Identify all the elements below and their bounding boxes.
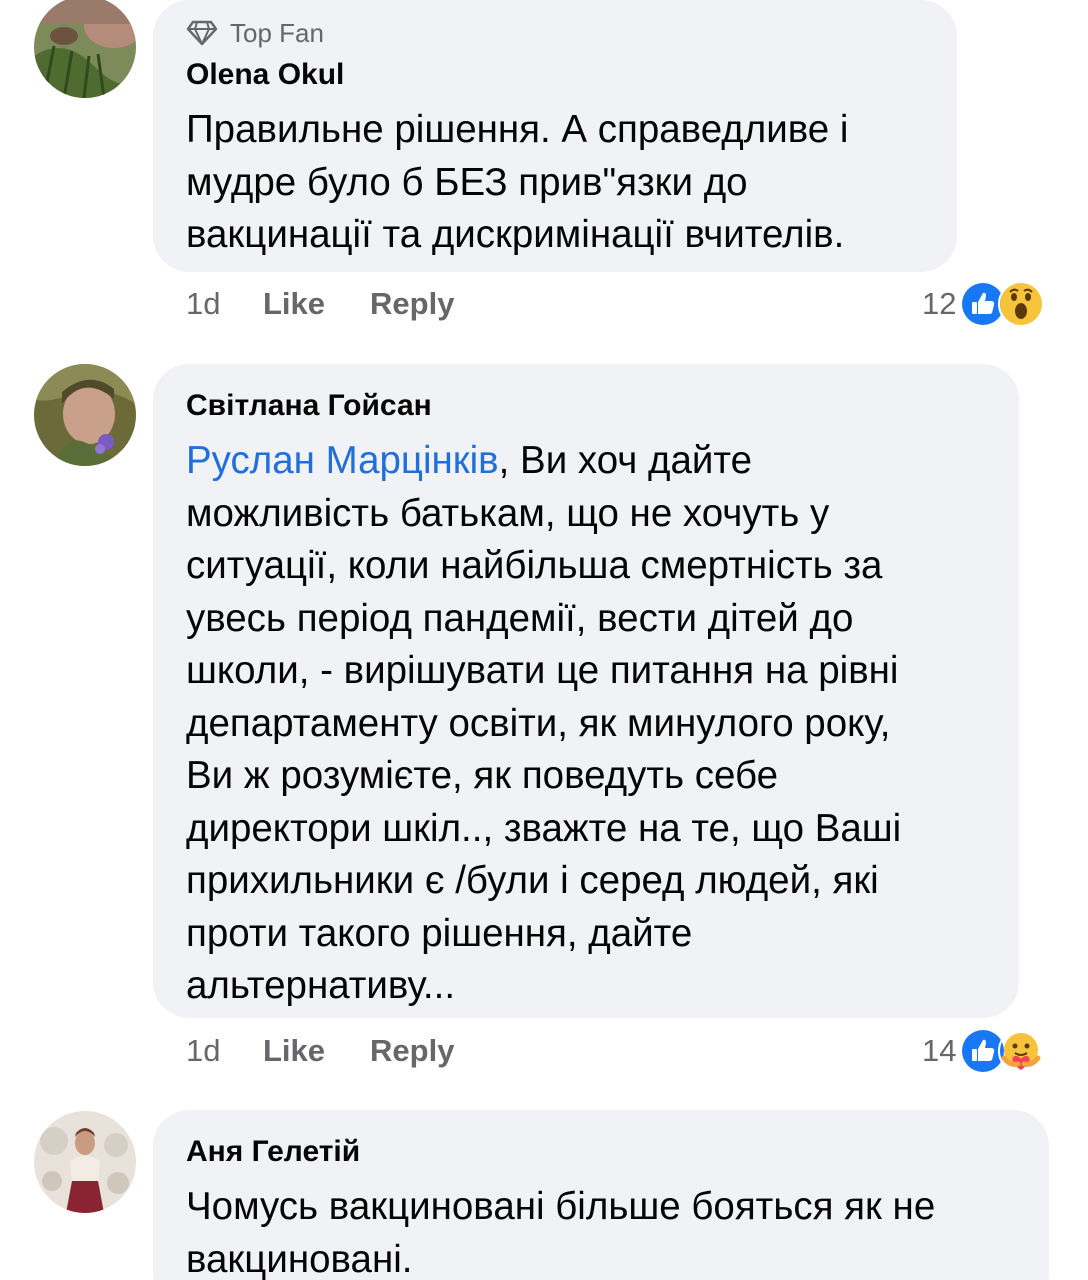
comment-timestamp[interactable]: 1d	[186, 1033, 263, 1069]
wow-icon	[998, 281, 1045, 327]
top-fan-badge[interactable]: Top Fan	[186, 16, 925, 50]
reply-button[interactable]: Reply	[370, 286, 454, 322]
comments-thread: Top Fan Olena Okul Правильне рішення. А …	[0, 0, 1088, 1280]
reaction-summary[interactable]: 12	[922, 281, 1045, 327]
reaction-count: 14	[922, 1033, 957, 1068]
like-button[interactable]: Like	[263, 1033, 325, 1069]
diamond-icon	[186, 20, 218, 46]
comment-author[interactable]: Світлана Гойсан	[186, 386, 987, 426]
reply-button[interactable]: Reply	[370, 1033, 454, 1069]
comment-bubble: Аня Гелетій Чомусь вакциновані більше бо…	[153, 1110, 1049, 1280]
comment-bubble: Top Fan Olena Okul Правильне рішення. А …	[153, 0, 957, 272]
reaction-count: 12	[922, 286, 957, 321]
care-icon	[998, 1028, 1045, 1074]
avatar[interactable]	[34, 1111, 136, 1213]
avatar[interactable]	[34, 364, 136, 466]
comment-text: Чомусь вакциновані більше бояться як не …	[186, 1185, 936, 1280]
comment-actions: 1d Like Reply	[186, 282, 499, 326]
comment-bubble: Світлана Гойсан Руслан Марцінків, Ви хоч…	[153, 364, 1019, 1018]
mention-link[interactable]: Руслан Марцінків	[186, 439, 499, 482]
reaction-summary[interactable]: 14	[922, 1028, 1045, 1074]
badge-label: Top Fan	[230, 17, 324, 48]
comment-actions: 1d Like Reply	[186, 1029, 499, 1073]
avatar[interactable]	[34, 0, 136, 98]
comment-author[interactable]: Аня Гелетій	[186, 1132, 1017, 1172]
like-button[interactable]: Like	[263, 286, 325, 322]
comment-author[interactable]: Olena Okul	[186, 55, 925, 95]
comment-text: Правильне рішення. А справедливе і мудре…	[186, 108, 849, 256]
comment-body: , Ви хоч дайте можливість батькам, що не…	[186, 439, 902, 1007]
comment-timestamp[interactable]: 1d	[186, 286, 263, 322]
comment-text: Руслан Марцінків, Ви хоч дайте можливіст…	[186, 435, 987, 1013]
